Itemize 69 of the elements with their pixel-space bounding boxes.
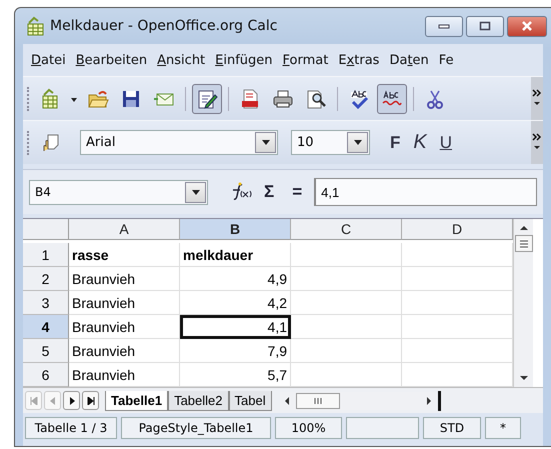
table-cell: Braunvieh [69,291,180,315]
table-cell: 4,1 [180,315,291,339]
sheet-tab[interactable]: Tabel [228,390,272,410]
status-field: * [485,417,521,439]
table-cell: 7,9 [180,339,291,363]
spreadsheet-icon [25,16,45,36]
scroll-thumb[interactable] [514,235,532,252]
minimize-icon [438,23,450,29]
row-header[interactable]: 5 [23,339,69,363]
spellcheck-icon[interactable] [377,84,407,114]
function-button[interactable]: = [286,182,308,202]
font-size-field[interactable]: 10 [291,130,370,155]
row-header[interactable]: 3 [23,291,69,315]
menu-item[interactable]: Extras [334,52,386,68]
vertical-scrollbar[interactable] [513,219,533,387]
table-cell: Braunvieh [69,315,180,339]
italic-button[interactable]: K [408,131,432,154]
dropdown-icon[interactable] [347,132,368,153]
status-field: 100% [275,417,342,439]
row-header[interactable]: 2 [23,267,69,291]
sum-button[interactable]: Σ [258,182,280,202]
row-header[interactable]: 6 [23,363,69,387]
row-header[interactable]: 4 [23,315,69,339]
next-sheet-icon[interactable] [63,391,80,410]
status-field: PageStyle_Tabelle1 [121,417,271,439]
menu-item[interactable]: Ansicht [153,52,212,68]
table-cell: Braunvieh [69,267,180,291]
column-header[interactable]: A [69,219,180,240]
down-arrow-icon[interactable] [520,375,528,381]
left-arrow-icon[interactable] [284,396,290,404]
menu-item[interactable]: Format [278,52,334,68]
right-arrow-icon[interactable] [426,396,432,404]
maximize-button[interactable] [466,16,504,36]
table-cell: 4,9 [180,267,291,291]
status-field: STD [423,417,481,439]
menu-item[interactable]: Datei [27,52,72,68]
table-cell: 4,2 [180,291,291,315]
table-cell: Braunvieh [69,339,180,363]
menu-item[interactable]: Fe [434,52,460,68]
column-header[interactable]: D [402,219,513,240]
column-header[interactable]: C [291,219,402,240]
overflow-icon[interactable] [531,77,543,120]
maximize-icon [479,21,491,31]
dropdown-icon[interactable] [185,182,206,202]
status-field: Tabelle 1 / 3 [25,417,117,439]
window-title: Melkdauer - OpenOffice.org Calc [50,18,278,34]
dropdown-icon[interactable] [255,132,276,153]
underline-button[interactable]: U [434,132,458,152]
sheet-tab[interactable]: Tabelle2 [168,390,228,410]
name-box[interactable]: B4 [29,180,208,204]
table-cell: melkdauer [180,243,291,267]
menu-item[interactable]: Bearbeiten [72,52,154,68]
close-icon [520,21,534,31]
sheet-tab[interactable]: Tabelle1 [105,390,168,410]
column-header[interactable]: B [180,219,291,240]
table-cell: rasse [69,243,180,267]
up-arrow-icon[interactable] [520,225,528,231]
overflow-icon[interactable] [531,121,543,164]
menu-item[interactable]: Daten [385,52,435,68]
menu-item[interactable]: Einfügen [211,52,279,68]
scroll-thumb[interactable] [296,392,340,408]
close-button[interactable] [507,16,547,36]
bold-button[interactable]: F [385,132,406,152]
pencil-icon[interactable] [192,84,222,114]
font-name-field[interactable]: Arial [80,130,278,155]
formula-input-field[interactable]: 4,1 [314,178,537,206]
row-header[interactable]: 1 [23,243,69,267]
minimize-button[interactable] [425,16,463,36]
last-sheet-icon[interactable] [82,391,99,410]
